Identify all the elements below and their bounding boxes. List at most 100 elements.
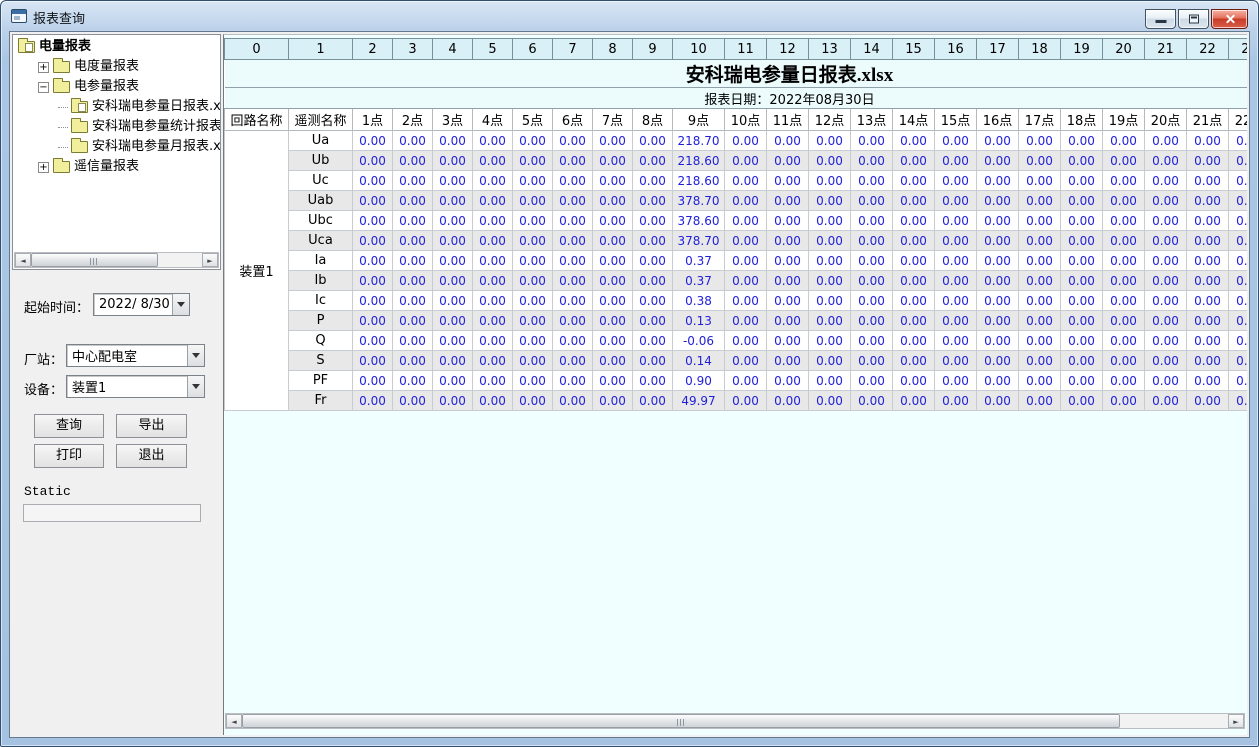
hour-header-12点: 12点 [809, 109, 851, 131]
sheet-col-header-2[interactable]: 2 [353, 39, 393, 60]
value-cell: 0.00 [393, 211, 433, 231]
sheet-col-header-8[interactable]: 8 [593, 39, 633, 60]
expand-icon[interactable]: + [38, 162, 49, 173]
value-cell: 0.00 [633, 151, 673, 171]
value-cell: 0.00 [513, 231, 553, 251]
value-cell: 0.00 [1229, 171, 1248, 191]
main-horizontal-scrollbar[interactable]: ◄ ► [225, 713, 1245, 729]
value-cell: 0.00 [1145, 391, 1187, 411]
folder-icon [53, 61, 70, 73]
value-cell: 0.00 [1145, 231, 1187, 251]
tree-item-3[interactable]: 安科瑞电参量日报表.xls [14, 97, 219, 117]
sheet-col-header-6[interactable]: 6 [513, 39, 553, 60]
export-button[interactable]: 导出 [116, 414, 187, 438]
value-cell: 0.00 [1019, 131, 1061, 151]
scroll-left-icon[interactable]: ◄ [15, 253, 31, 267]
station-select[interactable]: 中心配电室 [66, 344, 205, 367]
tree-item-4[interactable]: 安科瑞电参量统计报表.x [14, 117, 219, 137]
value-cell: 0.00 [1061, 191, 1103, 211]
sheet-col-header-10[interactable]: 10 [673, 39, 725, 60]
value-cell: 0.00 [809, 211, 851, 231]
spreadsheet[interactable]: 0123456789101112131415161718192021222324… [224, 35, 1247, 711]
sheet-col-header-21[interactable]: 21 [1145, 39, 1187, 60]
hour-header-3点: 3点 [433, 109, 473, 131]
value-cell: -0.06 [673, 331, 725, 351]
sheet-col-header-3[interactable]: 3 [393, 39, 433, 60]
value-cell: 0.00 [809, 371, 851, 391]
sheet-col-header-7[interactable]: 7 [553, 39, 593, 60]
device-dropdown-button[interactable] [187, 376, 204, 397]
maximize-button[interactable] [1178, 9, 1209, 29]
tree-item-0[interactable]: 电量报表 [14, 37, 219, 57]
tree-horizontal-scrollbar[interactable]: ◄ ► [14, 252, 219, 268]
value-cell: 49.97 [673, 391, 725, 411]
value-cell: 0.00 [1103, 271, 1145, 291]
value-cell: 0.00 [513, 251, 553, 271]
value-cell: 0.00 [1019, 171, 1061, 191]
titlebar[interactable]: 报表查询 [1, 1, 1258, 31]
tree-item-5[interactable]: 安科瑞电参量月报表.xls [14, 137, 219, 157]
tree-item-1[interactable]: +电度量报表 [14, 57, 219, 77]
sheet-col-header-15[interactable]: 15 [893, 39, 935, 60]
value-cell: 0.00 [553, 251, 593, 271]
scroll-right-icon[interactable]: ► [202, 253, 218, 267]
tree-item-2[interactable]: −电参量报表 [14, 77, 219, 97]
row-label-Uab: Uab [289, 191, 353, 211]
sheet-col-header-13[interactable]: 13 [809, 39, 851, 60]
tree-scroll-thumb[interactable] [31, 253, 158, 267]
folder-icon [18, 41, 35, 53]
sheet-col-header-23[interactable]: 23 [1229, 39, 1248, 60]
sheet-col-header-1[interactable]: 1 [289, 39, 353, 60]
report-tree[interactable]: 电量报表+电度量报表−电参量报表安科瑞电参量日报表.xls安科瑞电参量统计报表.… [12, 34, 221, 270]
collapse-icon[interactable]: − [38, 82, 49, 93]
sheet-col-header-5[interactable]: 5 [473, 39, 513, 60]
sheet-col-header-9[interactable]: 9 [633, 39, 673, 60]
sheet-col-header-12[interactable]: 12 [767, 39, 809, 60]
tree-scroll-track[interactable] [31, 253, 202, 267]
sheet-col-header-18[interactable]: 18 [1019, 39, 1061, 60]
sheet-col-header-20[interactable]: 20 [1103, 39, 1145, 60]
value-cell: 0.00 [1187, 311, 1229, 331]
sheet-col-header-16[interactable]: 16 [935, 39, 977, 60]
value-cell: 0.00 [1103, 231, 1145, 251]
sheet-col-header-17[interactable]: 17 [977, 39, 1019, 60]
sheet-col-header-11[interactable]: 11 [725, 39, 767, 60]
value-cell: 0.00 [767, 371, 809, 391]
value-cell: 0.00 [893, 391, 935, 411]
device-select[interactable]: 装置1 [66, 375, 205, 398]
value-cell: 0.00 [593, 171, 633, 191]
value-cell: 0.00 [473, 351, 513, 371]
scroll-right-icon[interactable]: ► [1228, 714, 1244, 728]
value-cell: 0.00 [893, 251, 935, 271]
value-cell: 0.00 [851, 311, 893, 331]
sheet-col-header-4[interactable]: 4 [433, 39, 473, 60]
exit-button[interactable]: 退出 [116, 444, 187, 468]
sheet-col-header-19[interactable]: 19 [1061, 39, 1103, 60]
tree-item-6[interactable]: +遥信量报表 [14, 157, 219, 177]
value-cell: 0.00 [809, 391, 851, 411]
value-cell: 0.00 [809, 311, 851, 331]
value-cell: 0.00 [1061, 231, 1103, 251]
sheet-col-header-0[interactable]: 0 [225, 39, 289, 60]
close-button[interactable] [1211, 9, 1248, 29]
print-button[interactable]: 打印 [34, 444, 104, 468]
sheet-col-header-14[interactable]: 14 [851, 39, 893, 60]
minimize-button[interactable] [1145, 9, 1176, 29]
main-scroll-thumb[interactable] [242, 714, 1120, 728]
value-cell: 0.00 [893, 311, 935, 331]
sheet-col-header-22[interactable]: 22 [1187, 39, 1229, 60]
value-cell: 0.00 [977, 191, 1019, 211]
folder-icon [71, 101, 88, 113]
start-time-dropdown-button[interactable] [172, 294, 189, 315]
folder-icon [71, 141, 88, 153]
value-cell: 0.00 [767, 231, 809, 251]
station-dropdown-button[interactable] [187, 345, 204, 366]
device-label: 设备： [24, 379, 63, 398]
start-time-picker[interactable]: 2022/ 8/30 [93, 293, 190, 316]
value-cell: 0.00 [433, 271, 473, 291]
query-button[interactable]: 查询 [34, 414, 104, 438]
main-scroll-track[interactable] [242, 714, 1228, 728]
expand-icon[interactable]: + [38, 62, 49, 73]
scroll-left-icon[interactable]: ◄ [226, 714, 242, 728]
value-cell: 0.00 [473, 311, 513, 331]
